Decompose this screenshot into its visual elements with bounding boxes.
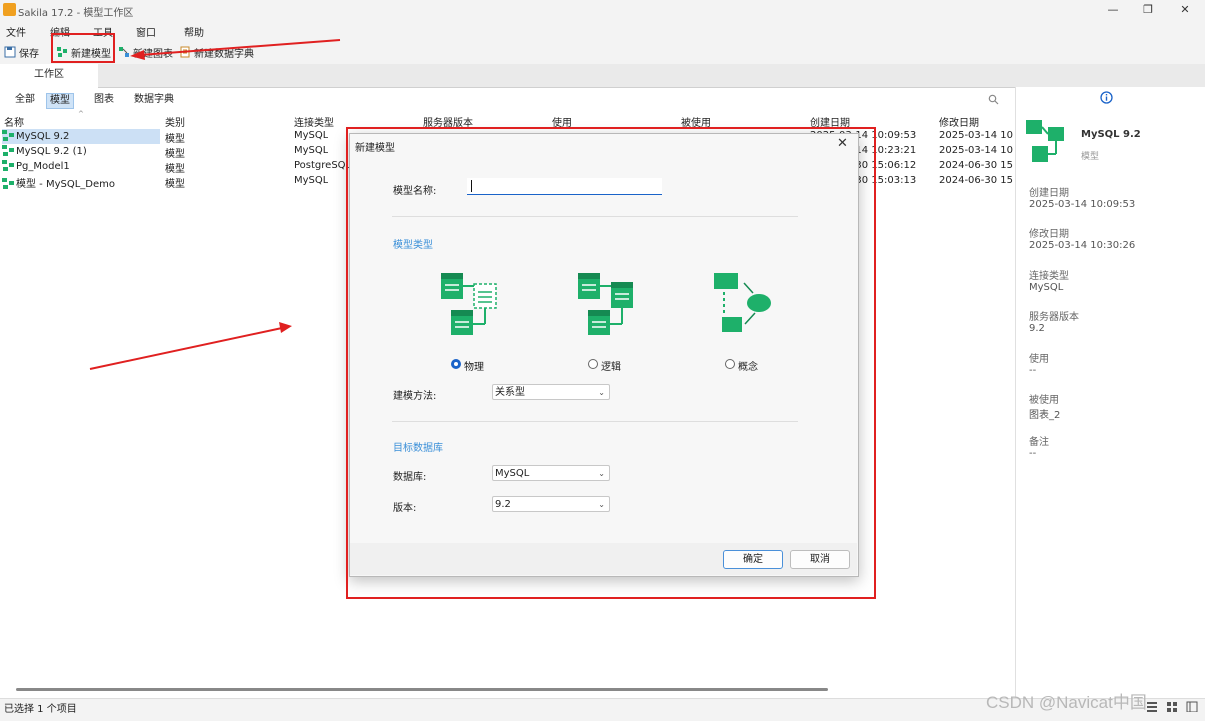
panel-subtitle: 模型 — [1081, 152, 1100, 162]
table-row[interactable]: MySQL 9.2 (1) — [2, 145, 160, 157]
row-connection: MySQL — [294, 130, 329, 141]
row-category: 模型 — [165, 164, 185, 175]
row-modified: 2025-03-14 10: — [939, 145, 1014, 156]
model-icon — [2, 160, 14, 171]
row-connection: PostgreSQL — [294, 160, 352, 171]
row-connection: MySQL — [294, 145, 329, 156]
table-row[interactable]: Pg_Model1 — [2, 160, 160, 172]
row-name: 模型 - MySQL_Demo — [16, 179, 116, 190]
view-mode-icons[interactable] — [1145, 700, 1201, 712]
watermark: CSDN @Navicat中国 — [986, 693, 1147, 712]
panel-value-server: 9.2 — [1029, 323, 1045, 334]
filter-all[interactable]: 全部 — [12, 93, 38, 107]
annotation-box-new-model — [51, 33, 115, 63]
new-diagram-label: 新建图表 — [133, 48, 173, 60]
new-diagram-button[interactable]: 新建图表 — [118, 43, 173, 61]
panel-label-server: 服务器版本 — [1029, 312, 1079, 323]
minimize-button[interactable]: — — [1098, 2, 1128, 18]
panel-value-notes: -- — [1029, 448, 1037, 459]
horizontal-scrollbar[interactable] — [16, 688, 828, 691]
menu-window[interactable]: 窗口 — [136, 24, 156, 39]
row-connection: MySQL — [294, 175, 329, 186]
panel-label-created: 创建日期 — [1029, 188, 1069, 199]
panel-value-conn: MySQL — [1029, 282, 1064, 293]
row-modified: 2025-03-14 10: — [939, 130, 1014, 141]
model-icon — [2, 130, 14, 141]
panel-title: MySQL 9.2 — [1081, 129, 1141, 140]
new-diagram-icon — [119, 47, 129, 57]
row-name: MySQL 9.2 — [16, 131, 70, 142]
info-icon[interactable] — [1100, 91, 1113, 104]
panel-label-uses: 使用 — [1029, 354, 1049, 365]
panel-value-usedby: 图表_2 — [1029, 410, 1061, 421]
row-category: 模型 — [165, 179, 185, 190]
tab-strip — [0, 64, 1205, 88]
panel-label-notes: 备注 — [1029, 437, 1049, 448]
new-dictionary-label: 新建数据字典 — [194, 48, 254, 60]
maximize-button[interactable]: ❐ — [1133, 2, 1163, 18]
filter-model[interactable]: 模型 — [46, 93, 74, 109]
app-logo-icon — [3, 3, 16, 16]
status-text: 已选择 1 个项目 — [4, 704, 77, 715]
save-button[interactable]: 保存 — [4, 43, 39, 61]
filter-dictionary[interactable]: 数据字典 — [131, 93, 177, 107]
table-row[interactable]: MySQL 9.2 — [2, 130, 160, 142]
new-dictionary-button[interactable]: 新建数据字典 — [179, 43, 254, 61]
col-connection-type[interactable]: 连接类型 — [294, 114, 334, 129]
panel-value-created: 2025-03-14 10:09:53 — [1029, 199, 1136, 210]
panel-label-conn: 连接类型 — [1029, 271, 1069, 282]
new-dictionary-icon — [180, 46, 190, 58]
menu-file[interactable]: 文件 — [6, 24, 26, 39]
window-title: Sakila 17.2 - 模型工作区 — [18, 8, 134, 19]
tab-workspace[interactable]: 工作区 — [0, 64, 98, 88]
panel-value-modified: 2025-03-14 10:30:26 — [1029, 240, 1136, 251]
menu-help[interactable]: 帮助 — [184, 24, 204, 39]
model-large-icon — [1026, 120, 1064, 162]
annotation-box-dialog — [346, 127, 876, 599]
row-modified: 2024-06-30 15: — [939, 160, 1014, 171]
col-name[interactable]: 名称 — [4, 114, 24, 129]
model-icon — [2, 178, 14, 189]
row-name: MySQL 9.2 (1) — [16, 146, 87, 157]
row-modified: 2024-06-30 15: — [939, 175, 1014, 186]
title-bar — [0, 0, 1205, 20]
col-category[interactable]: 类别 — [165, 114, 185, 129]
save-label: 保存 — [19, 48, 39, 60]
search-icon[interactable] — [988, 94, 999, 105]
panel-value-uses: -- — [1029, 365, 1037, 376]
model-icon — [2, 145, 14, 156]
panel-label-modified: 修改日期 — [1029, 229, 1069, 240]
sort-up-icon: ^ — [78, 110, 84, 118]
close-window-button[interactable]: ✕ — [1170, 2, 1200, 18]
filter-diagram[interactable]: 图表 — [91, 93, 117, 107]
panel-label-usedby: 被使用 — [1029, 395, 1059, 406]
row-name: Pg_Model1 — [16, 161, 70, 172]
table-row[interactable]: 模型 - MySQL_Demo — [2, 175, 160, 190]
row-category: 模型 — [165, 149, 185, 160]
row-category: 模型 — [165, 134, 185, 145]
menu-bar — [0, 20, 1205, 40]
col-modified[interactable]: 修改日期 — [939, 114, 979, 129]
save-icon — [4, 46, 16, 58]
